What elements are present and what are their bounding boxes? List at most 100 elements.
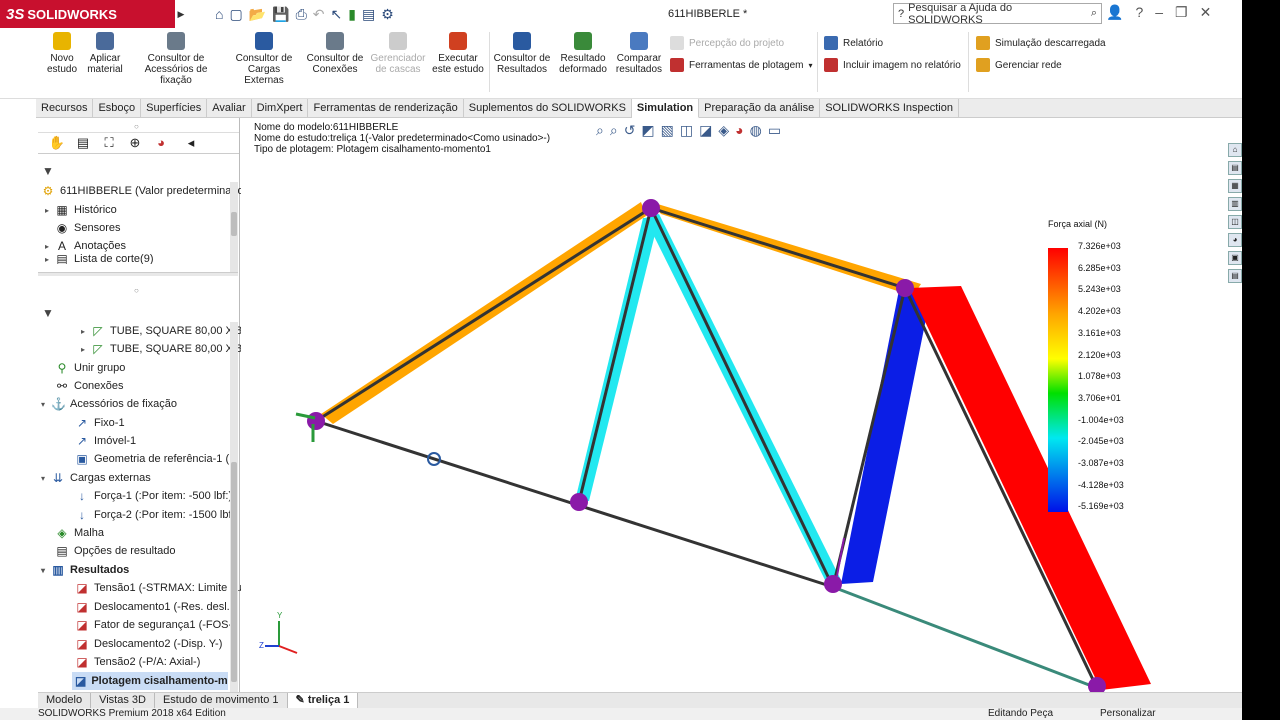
report-button[interactable]: Relatório xyxy=(824,36,883,50)
configurationmanager-tab-icon[interactable]: ⛶ xyxy=(100,135,118,151)
joint-node[interactable] xyxy=(824,575,842,593)
tab-analysis-prep[interactable]: Preparação da análise xyxy=(699,99,821,118)
home-icon[interactable]: ⌂ xyxy=(215,6,223,22)
tree-root-part[interactable]: ⚙ 611HIBBERLE (Valor predeterminado< xyxy=(38,182,250,200)
member-vertical-blue[interactable] xyxy=(841,290,931,584)
expand-icon[interactable]: ▸ xyxy=(78,345,88,354)
deformed-result-button[interactable]: Resultado deformado xyxy=(556,32,610,75)
tree-item-cut-list[interactable]: ▸ ▤ Lista de corte(9) xyxy=(42,254,154,264)
filter-icon[interactable]: ▼ xyxy=(42,164,54,178)
undo-icon[interactable]: ↶ xyxy=(313,6,325,23)
results-advisor-button[interactable]: Consultor de Resultados xyxy=(492,32,552,75)
offloaded-simulation-button[interactable]: Simulação descarregada xyxy=(976,36,1106,50)
collapse-icon[interactable]: ▾ xyxy=(38,566,48,575)
taskpane-forum-icon[interactable]: ▤ xyxy=(1228,269,1242,283)
taskpane-view-palette-icon[interactable]: ◫ xyxy=(1228,215,1242,229)
taskpane-appearances-icon[interactable]: ◕ xyxy=(1228,233,1242,247)
tab-addins[interactable]: Suplementos do SOLIDWORKS xyxy=(464,99,632,118)
options-gear-icon[interactable]: ⚙ xyxy=(381,6,394,23)
shell-manager-button[interactable]: Gerenciador de cascas xyxy=(370,32,426,75)
expand-icon[interactable]: ▸ xyxy=(42,206,52,215)
tree-item-force-2[interactable]: ↓ Força-2 (:Por item: -1500 lbf:) xyxy=(72,506,238,524)
expand-icon[interactable]: ▸ xyxy=(42,255,52,264)
expand-icon[interactable]: ▸ xyxy=(42,242,52,251)
featuremanager-tab-icon[interactable]: ✋ xyxy=(48,135,66,151)
joint-node[interactable] xyxy=(896,279,914,297)
run-study-button[interactable]: Executar este estudo xyxy=(430,32,486,75)
tree-item-stress1[interactable]: ◪ Tensão1 (-STRMAX: Limite su xyxy=(72,579,242,597)
tab-render-tools[interactable]: Ferramentas de renderização xyxy=(308,99,464,118)
tab-superficies[interactable]: Superfícies xyxy=(141,99,208,118)
tree-item-results[interactable]: ▾ ▥ Resultados xyxy=(38,561,129,579)
tree-item-connections[interactable]: ⚯ Conexões xyxy=(52,377,124,395)
scrollbar-thumb[interactable] xyxy=(231,212,237,236)
design-insight-button[interactable]: Percepção do projeto xyxy=(670,36,784,50)
tree-item-displacement1[interactable]: ◪ Deslocamento1 (-Res. desl.-) xyxy=(72,598,237,616)
taskpane-resources-icon[interactable]: ▤ xyxy=(1228,161,1242,175)
simulation-filter-icon[interactable]: ▼ xyxy=(42,306,54,320)
tree-item-immovable-1[interactable]: ↗ Imóvel-1 xyxy=(72,432,136,450)
tab-truss-study[interactable]: ✎ treliça 1 xyxy=(287,693,359,708)
tab-model[interactable]: Modelo xyxy=(38,693,92,708)
taskpane-custom-props-icon[interactable]: ▣ xyxy=(1228,251,1242,265)
status-customize[interactable]: Personalizar xyxy=(1100,708,1156,720)
split-divider[interactable] xyxy=(38,272,238,276)
file-properties-icon[interactable]: ▤ xyxy=(362,6,375,23)
tree-item-displacement2[interactable]: ◪ Deslocamento2 (-Disp. Y-) xyxy=(72,635,222,653)
tab-simulation[interactable]: Simulation xyxy=(631,99,700,118)
save-icon[interactable]: 💾 xyxy=(272,6,289,23)
restore-icon[interactable]: ❐ xyxy=(1175,4,1188,21)
tree-item-fixed-1[interactable]: ↗ Fixo-1 xyxy=(72,414,125,432)
compare-results-button[interactable]: Comparar resultados xyxy=(612,32,666,75)
solidworks-logo[interactable]: 3S SOLIDWORKS xyxy=(0,0,175,28)
tree-item-fixtures[interactable]: ▾ ⚓ Acessórios de fixação xyxy=(38,395,177,413)
tree-bottom-scrollbar[interactable] xyxy=(230,322,238,692)
panel-grip-icon[interactable]: ○ xyxy=(134,286,139,295)
tree-item-factor-of-safety1[interactable]: ◪ Fator de segurança1 (-FOS-) xyxy=(72,616,236,634)
dimxpert-tab-icon[interactable]: ⊕ xyxy=(126,135,144,151)
search-icon[interactable]: ⌕ xyxy=(1091,7,1097,20)
help-menu-icon[interactable]: ? xyxy=(1135,4,1143,21)
panel-grip-icon[interactable]: ○ xyxy=(134,122,139,131)
tree-item-annotations[interactable]: ▸ A Anotações xyxy=(42,237,126,255)
plot-tools-button[interactable]: Ferramentas de plotagem ▾ xyxy=(670,58,813,72)
include-image-button[interactable]: Incluir imagem no relatório xyxy=(824,58,961,72)
tree-item-beam-2[interactable]: ▸ ◸ TUBE, SQUARE 80,00 X 80 xyxy=(78,340,248,358)
print-icon[interactable]: ⎙ xyxy=(296,6,307,23)
open-icon[interactable]: 📂 xyxy=(249,6,266,23)
connections-advisor-button[interactable]: Consultor de Conexões xyxy=(304,32,366,75)
select-icon[interactable]: ↖ xyxy=(331,6,343,23)
help-search-input[interactable]: ? Pesquisar a Ajuda do SOLIDWORKS ⌕ xyxy=(893,2,1102,26)
tab-recursos[interactable]: Recursos xyxy=(36,99,94,118)
tab-dimxpert[interactable]: DimXpert xyxy=(252,99,309,118)
tree-item-reference-geometry[interactable]: ▣ Geometria de referência-1 (:0 xyxy=(72,450,238,468)
tab-3d-views[interactable]: Vistas 3D xyxy=(91,693,155,708)
rebuild-icon[interactable]: ▮ xyxy=(348,6,356,23)
tab-motion-study[interactable]: Estudo de movimento 1 xyxy=(155,693,288,708)
tree-top-scrollbar[interactable] xyxy=(230,182,238,272)
scroll-tabs-icon[interactable]: ◂ xyxy=(182,135,200,151)
manage-network-button[interactable]: Gerenciar rede xyxy=(976,58,1062,72)
apply-material-button[interactable]: Aplicar material xyxy=(86,32,124,75)
collapse-icon[interactable]: ▾ xyxy=(38,474,48,483)
taskpane-home-icon[interactable]: ⌂ xyxy=(1228,143,1242,157)
tree-item-beam-1[interactable]: ▸ ◸ TUBE, SQUARE 80,00 X 80 xyxy=(78,322,248,340)
tree-item-external-loads[interactable]: ▾ ⇊ Cargas externas xyxy=(38,469,151,487)
propertymanager-tab-icon[interactable]: ▤ xyxy=(74,135,92,151)
tab-esboco[interactable]: Esboço xyxy=(93,99,142,118)
minimize-icon[interactable]: – xyxy=(1155,4,1163,21)
tree-item-stress2[interactable]: ◪ Tensão2 (-P/A: Axial-) xyxy=(72,653,200,671)
tree-item-history[interactable]: ▸ ▦ Histórico xyxy=(42,201,117,219)
tree-item-joint-group[interactable]: ⚲ Unir grupo xyxy=(52,359,126,377)
taskpane-library-icon[interactable]: ▦ xyxy=(1228,179,1242,193)
displaymanager-tab-icon[interactable]: ◕ xyxy=(152,135,170,151)
tree-item-result-options[interactable]: ▤ Opções de resultado xyxy=(52,542,175,560)
close-icon[interactable]: ✕ xyxy=(1200,4,1212,21)
taskpane-explorer-icon[interactable]: ▥ xyxy=(1228,197,1242,211)
tab-avaliar[interactable]: Avaliar xyxy=(207,99,252,118)
fixtures-advisor-button[interactable]: Consultor de Acessórios de fixação xyxy=(128,32,224,86)
joint-node[interactable] xyxy=(570,493,588,511)
member-diag-1[interactable] xyxy=(575,218,659,501)
user-icon[interactable]: 👤 xyxy=(1106,4,1123,21)
joint-node[interactable] xyxy=(642,199,660,217)
